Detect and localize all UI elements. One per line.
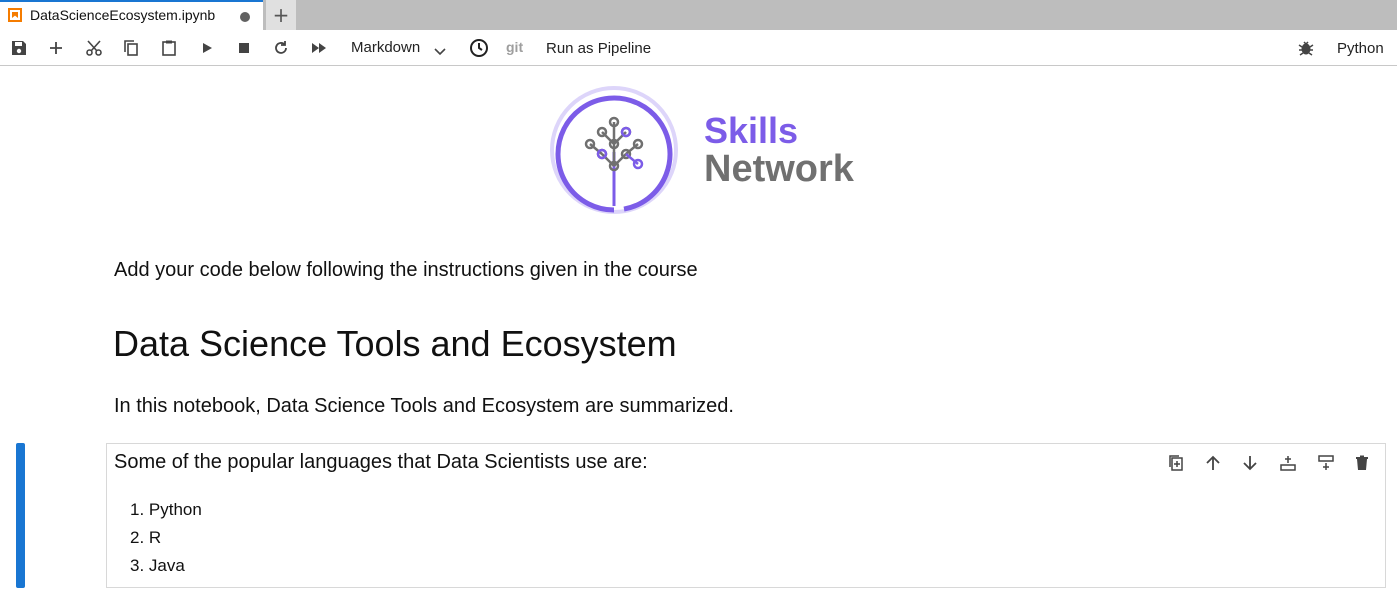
paste-icon[interactable]	[158, 37, 180, 59]
logo-network-text: Network	[704, 148, 854, 190]
notebook-heading: Data Science Tools and Ecosystem	[113, 323, 677, 364]
clock-icon[interactable]	[469, 38, 489, 62]
tab-title: DataScienceEcosystem.ipynb	[30, 7, 216, 23]
cut-icon[interactable]	[83, 37, 105, 59]
list-item: 2. R	[130, 528, 162, 547]
notebook-toolbar: Markdown git Run as Pipeline Python	[0, 30, 1397, 66]
move-down-icon[interactable]	[1239, 452, 1261, 474]
restart-icon[interactable]	[270, 37, 292, 59]
notebook-tab[interactable]: DataScienceEcosystem.ipynb	[0, 0, 263, 30]
new-tab-button[interactable]: +	[266, 0, 296, 30]
add-icon[interactable]	[45, 37, 67, 59]
kernel-name[interactable]: Python	[1337, 40, 1384, 57]
active-cell-indicator[interactable]	[16, 443, 25, 588]
run-icon[interactable]	[196, 37, 218, 59]
unsaved-indicator-icon[interactable]	[240, 12, 250, 22]
move-up-icon[interactable]	[1202, 452, 1224, 474]
stop-icon[interactable]	[233, 37, 255, 59]
debugger-bug-icon[interactable]	[1297, 39, 1315, 61]
run-as-pipeline-button[interactable]: Run as Pipeline	[546, 40, 651, 57]
git-button[interactable]: git	[506, 39, 523, 55]
insert-below-icon[interactable]	[1315, 452, 1337, 474]
chevron-down-icon[interactable]	[434, 42, 446, 61]
cell-text: Some of the popular languages that Data …	[114, 451, 648, 473]
insert-above-icon[interactable]	[1277, 452, 1299, 474]
duplicate-icon[interactable]	[1165, 452, 1187, 474]
fast-forward-icon[interactable]	[308, 37, 330, 59]
cell-type-select[interactable]: Markdown	[351, 39, 420, 56]
list-item: 1. Python	[130, 500, 202, 519]
skills-network-emblem-icon	[550, 86, 678, 214]
save-icon[interactable]	[8, 37, 30, 59]
delete-icon[interactable]	[1351, 452, 1373, 474]
list-item: 3. Java	[130, 556, 185, 575]
notebook-icon	[8, 8, 22, 22]
copy-icon[interactable]	[120, 37, 142, 59]
instruction-text: Add your code below following the instru…	[114, 259, 698, 281]
skills-network-logo: Skills Network	[548, 84, 858, 220]
intro-text: In this notebook, Data Science Tools and…	[114, 395, 734, 417]
logo-skills-text: Skills	[704, 110, 799, 151]
tab-bar: DataScienceEcosystem.ipynb +	[0, 0, 1397, 30]
